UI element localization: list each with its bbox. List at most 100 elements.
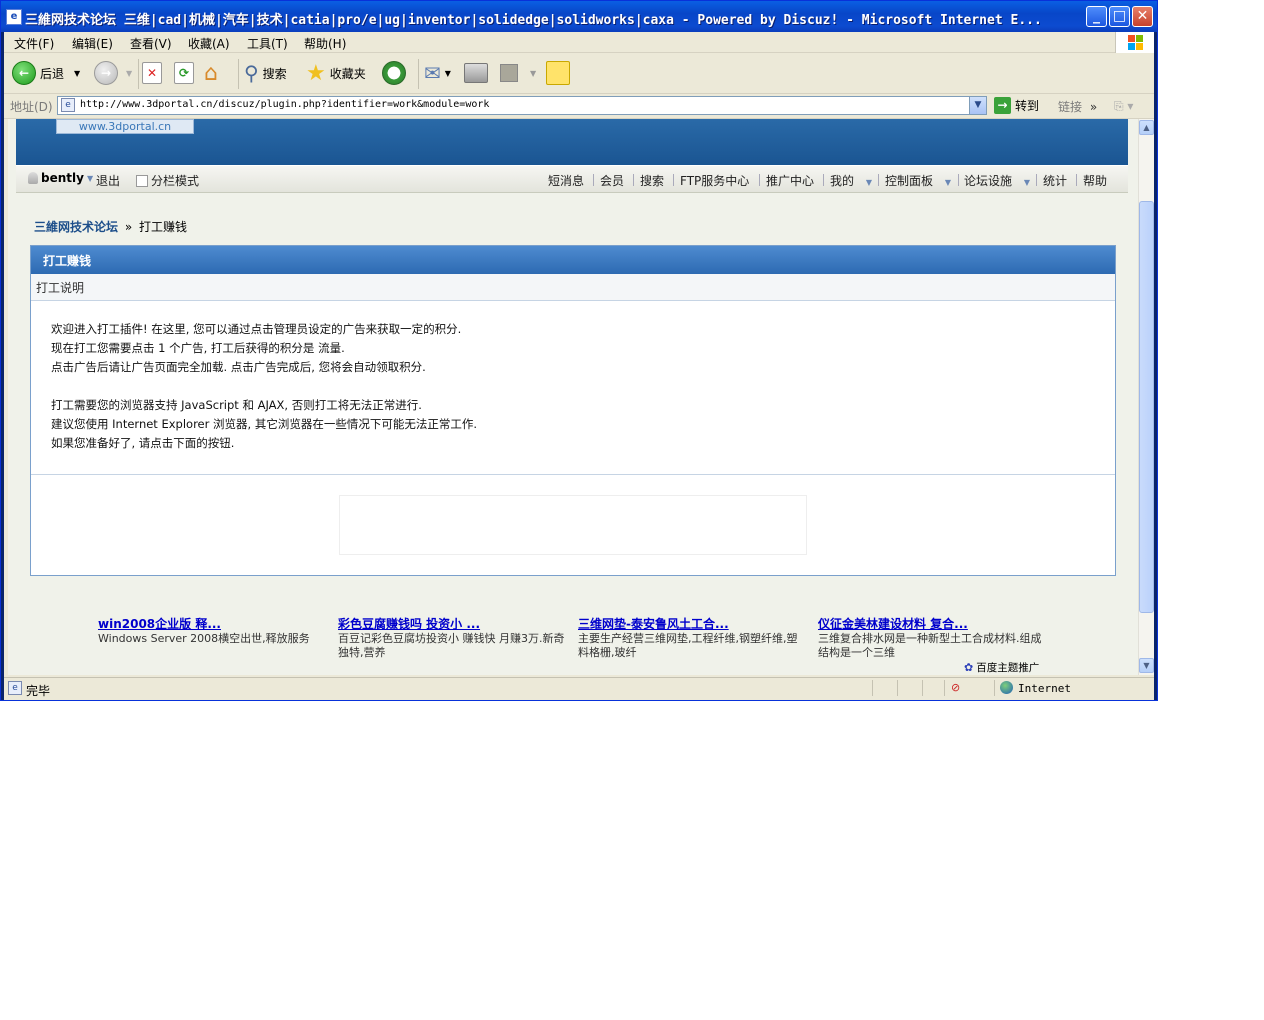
menu-tools[interactable]: 工具(T): [247, 35, 288, 52]
forward-dropdown-icon: ▼: [126, 68, 133, 78]
web-content: www.3dportal.cn bently ▼ 退出 分栏模式 短消息 会员 …: [8, 119, 1138, 675]
scroll-up-icon[interactable]: ▲: [1139, 120, 1154, 135]
user-menu[interactable]: bently ▼: [28, 171, 93, 185]
nav-control-panel-label: 控制面板: [885, 174, 934, 188]
breadcrumb-home[interactable]: 三維网技术论坛: [34, 220, 118, 234]
ad-desc: 三维复合排水网是一种新型土工合成材料.组成结构是一个三维: [818, 632, 1042, 659]
go-button[interactable]: → 转到: [994, 97, 1039, 114]
page-done-icon: e: [8, 681, 22, 695]
close-button[interactable]: ✕: [1132, 6, 1153, 27]
forward-button[interactable]: → ▼: [94, 60, 132, 86]
chevron-down-icon: ▼: [944, 178, 951, 187]
security-zone: Internet: [1018, 682, 1071, 695]
mail-dropdown-icon[interactable]: ▼: [445, 69, 451, 78]
nav-help[interactable]: 帮助: [1083, 172, 1107, 189]
vertical-scrollbar[interactable]: ▲ ▼: [1138, 119, 1154, 675]
menu-favorites[interactable]: 收藏(A): [188, 35, 230, 52]
box-subtitle: 打工说明: [36, 281, 85, 295]
menu-view[interactable]: 查看(V): [130, 35, 172, 52]
search-icon: ⚲: [244, 61, 259, 85]
menu-edit[interactable]: 编辑(E): [72, 35, 113, 52]
address-label: 地址(D): [10, 100, 53, 114]
edit-button[interactable]: ▼: [500, 60, 536, 86]
globe-icon: [1000, 681, 1013, 694]
ad-desc: 主要生产经营三维网垫,工程纤维,钢塑纤维,塑料格栅,玻纤: [578, 632, 798, 659]
nav-stats[interactable]: 统计: [1043, 172, 1067, 189]
menu-file[interactable]: 文件(F): [14, 35, 54, 52]
split-mode-toggle[interactable]: 分栏模式: [136, 172, 199, 189]
back-button[interactable]: ← 后退 ▼: [12, 60, 80, 86]
instruction-line: 点击广告后请让广告页面完全加载. 点击广告完成后, 您将会自动领取积分.: [51, 360, 426, 374]
ad-banner-slot[interactable]: [339, 495, 807, 555]
nav-control-panel[interactable]: 控制面板 ▼: [885, 172, 951, 189]
toolbar-addon-icon[interactable]: ⎘ ▾: [1114, 99, 1133, 114]
refresh-button[interactable]: ⟳: [174, 60, 194, 86]
back-arrow-icon: ←: [12, 61, 36, 85]
scroll-down-icon[interactable]: ▼: [1139, 658, 1154, 673]
baidu-promo-link[interactable]: ✿ 百度主题推广: [964, 660, 1039, 675]
history-icon: [382, 61, 406, 85]
nav-my[interactable]: 我的 ▼: [830, 172, 872, 189]
search-label: 搜索: [262, 66, 287, 81]
menu-help[interactable]: 帮助(H): [304, 35, 346, 52]
favorites-label: 收藏夹: [329, 66, 366, 81]
status-text: 完毕: [26, 684, 51, 698]
breadcrumb-current: 打工赚钱: [139, 220, 188, 234]
favorites-button[interactable]: ★ 收藏夹: [306, 60, 366, 86]
ad-title[interactable]: 三维网垫-泰安鲁风土工合...: [578, 617, 808, 631]
divider: [31, 474, 1115, 475]
search-button[interactable]: ⚲ 搜索: [244, 60, 287, 86]
title-bar[interactable]: e 三維网技术论坛 三维|cad|机械|汽车|技术|catia|pro/e|ug…: [1, 1, 1157, 32]
instructions: 欢迎进入打工插件! 在这里, 您可以通过点击管理员设定的广告来获取一定的积分. …: [51, 320, 477, 453]
split-mode-checkbox[interactable]: [136, 174, 148, 187]
address-input[interactable]: e http://www.3dportal.cn/discuz/plugin.p…: [57, 96, 987, 115]
nav-facilities[interactable]: 论坛设施 ▼: [964, 172, 1030, 189]
maximize-button[interactable]: □: [1109, 6, 1130, 27]
address-dropdown-icon[interactable]: ▼: [969, 97, 986, 114]
logout-link[interactable]: 退出: [96, 172, 120, 189]
breadcrumb-separator: »: [124, 220, 133, 234]
sticky-note-icon: [546, 61, 570, 85]
print-button[interactable]: [464, 60, 488, 86]
instruction-line: 欢迎进入打工插件! 在这里, 您可以通过点击管理员设定的广告来获取一定的积分.: [51, 322, 462, 336]
nav-search[interactable]: 搜索: [640, 172, 664, 189]
ad-item[interactable]: 彩色豆腐赚钱吗 投资小 ... 百豆记彩色豆腐坊投资小 赚钱快 月赚3万.新奇独…: [338, 617, 568, 660]
nav-messages[interactable]: 短消息: [548, 172, 584, 189]
site-logo[interactable]: www.3dportal.cn: [56, 119, 194, 134]
ad-item[interactable]: win2008企业版 释... Windows Server 2008横空出世,…: [98, 617, 328, 646]
ad-item[interactable]: 三维网垫-泰安鲁风土工合... 主要生产经营三维网垫,工程纤维,钢塑纤维,塑料格…: [578, 617, 808, 660]
menu-bar: 文件(F) 编辑(E) 查看(V) 收藏(A) 工具(T) 帮助(H): [4, 32, 1154, 54]
nav-ftp[interactable]: FTP服务中心: [680, 172, 749, 189]
nav-members[interactable]: 会员: [600, 172, 624, 189]
box-header: 打工赚钱: [31, 246, 1115, 274]
chevron-right-icon: »: [1089, 100, 1098, 114]
links-button[interactable]: 链接 »: [1058, 98, 1097, 115]
minimize-button[interactable]: _: [1086, 6, 1107, 27]
go-label: 转到: [1015, 99, 1040, 113]
home-button[interactable]: ⌂: [204, 60, 218, 86]
ad-title[interactable]: win2008企业版 释...: [98, 617, 328, 631]
ad-desc: 百豆记彩色豆腐坊投资小 赚钱快 月赚3万.新奇独特,营养: [338, 632, 565, 659]
ad-title[interactable]: 仪征金美林建设材料 复合...: [818, 617, 1048, 631]
stop-button[interactable]: ✕: [142, 60, 162, 86]
nav-my-label: 我的: [830, 174, 855, 188]
history-button[interactable]: [382, 60, 406, 86]
split-mode-label: 分栏模式: [151, 174, 200, 188]
mail-button[interactable]: ✉ ▼: [424, 60, 451, 86]
windows-logo-icon: [1115, 32, 1154, 54]
nav-promotion[interactable]: 推广中心: [766, 172, 814, 189]
scroll-thumb[interactable]: [1139, 201, 1154, 613]
go-arrow-icon: →: [994, 97, 1011, 114]
instruction-line: 打工需要您的浏览器支持 JavaScript 和 AJAX, 否则打工将无法正常…: [51, 398, 422, 412]
box-title: 打工赚钱: [43, 254, 92, 268]
ad-title[interactable]: 彩色豆腐赚钱吗 投资小 ...: [338, 617, 568, 631]
notes-button[interactable]: [546, 60, 570, 86]
edit-icon: [500, 64, 518, 82]
back-dropdown-icon[interactable]: ▼: [74, 69, 80, 78]
ad-item[interactable]: 仪征金美林建设材料 复合... 三维复合排水网是一种新型土工合成材料.组成结构是…: [818, 617, 1048, 660]
instruction-spacer: [51, 377, 477, 396]
privacy-icon[interactable]: ⊘: [951, 681, 960, 694]
window-title: 三維网技术论坛 三维|cad|机械|汽车|技术|catia|pro/e|ug|i…: [25, 13, 1042, 28]
star-icon: ★: [306, 60, 326, 86]
baidu-paw-icon: ✿: [964, 661, 974, 674]
